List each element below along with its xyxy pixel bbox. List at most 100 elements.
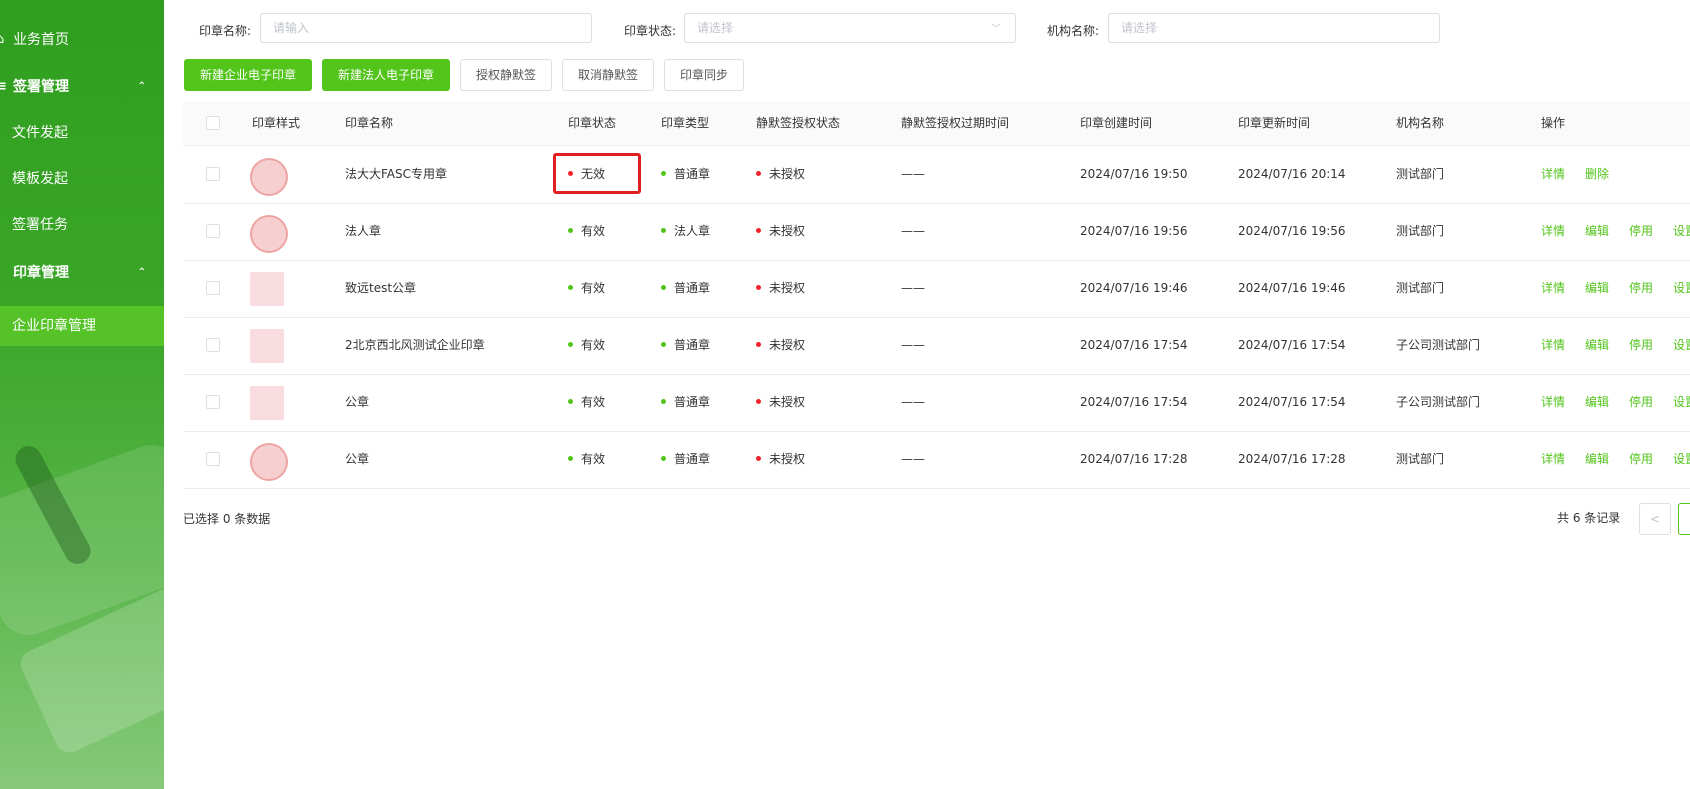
chevron-down-icon: ﹀ — [991, 24, 1001, 35]
total-records: 共 6 条记录 — [1557, 511, 1621, 525]
updated-time: 2024/07/16 19:56 — [1238, 224, 1346, 238]
seal-sync-button[interactable]: 印章同步 — [664, 59, 744, 91]
seal-status-select[interactable] — [684, 13, 1016, 43]
sign-icon: ≡ — [0, 79, 7, 94]
authorize-silent-sign-button[interactable]: 授权静默签 — [460, 59, 552, 91]
disable-link[interactable]: 停用 — [1629, 260, 1653, 317]
new-legal-seal-button[interactable]: 新建法人电子印章 — [322, 59, 450, 91]
settings-link[interactable]: 设置 — [1673, 317, 1690, 374]
seal-type-text: 普通章 — [674, 395, 711, 409]
type-dot — [661, 342, 666, 347]
settings-link[interactable]: 设置 — [1673, 374, 1690, 431]
seal-name-label: 印章名称: — [199, 24, 252, 38]
edit-link[interactable]: 编辑 — [1585, 203, 1609, 260]
sidebar-item-enterprise-seal[interactable]: 企业印章管理 — [0, 306, 164, 346]
silent-status-dot — [756, 456, 761, 461]
new-company-seal-button[interactable]: 新建企业电子印章 — [184, 59, 312, 91]
prev-page-button[interactable]: < — [1639, 503, 1671, 535]
row-checkbox[interactable] — [206, 395, 220, 409]
select-all-checkbox[interactable] — [206, 116, 220, 130]
table-row: 致远test公章 有效 普通章 未授权 —— 2024/07/16 19:46 2024/0… — [183, 260, 1690, 318]
seal-style-image — [250, 386, 284, 420]
disable-link[interactable]: 停用 — [1629, 431, 1653, 488]
sidebar-group-label: 印章管理 — [13, 265, 69, 281]
sidebar-item-label: 签署任务 — [12, 217, 68, 233]
sidebar-group-seal-management[interactable]: 印章管理 ⌃ — [0, 253, 164, 293]
seal-type: 普通章 — [661, 431, 710, 488]
seal-type-text: 普通章 — [674, 452, 711, 466]
header-created-time: 印章创建时间 — [1080, 116, 1153, 130]
seal-status-text: 有效 — [581, 281, 606, 295]
edit-link[interactable]: 编辑 — [1585, 260, 1609, 317]
seal-type: 普通章 — [661, 260, 710, 317]
status-dot — [568, 342, 573, 347]
org-name: 测试部门 — [1396, 281, 1445, 295]
seal-name-input[interactable] — [260, 13, 592, 43]
table-row: 公章 有效 普通章 未授权 —— 2024/07/16 17:28 2024/07/16 1… — [183, 431, 1690, 489]
detail-link[interactable]: 详情 — [1541, 317, 1565, 374]
disable-link[interactable]: 停用 — [1629, 317, 1653, 374]
detail-link[interactable]: 详情 — [1541, 203, 1565, 260]
delete-link[interactable]: 删除 — [1585, 146, 1609, 203]
seal-name: 致远test公章 — [345, 281, 417, 295]
org-name: 子公司测试部门 — [1396, 338, 1481, 352]
silent-status-dot — [756, 285, 761, 290]
created-time: 2024/07/16 19:50 — [1080, 167, 1188, 181]
created-time: 2024/07/16 17:54 — [1080, 338, 1188, 352]
row-checkbox[interactable] — [206, 167, 220, 181]
updated-time: 2024/07/16 17:28 — [1238, 452, 1346, 466]
seal-name: 公章 — [345, 452, 370, 466]
sidebar-item-file-initiate[interactable]: 文件发起 — [0, 113, 164, 153]
seal-status-text: 有效 — [581, 395, 606, 409]
silent-status-text: 未授权 — [769, 224, 806, 238]
disable-link[interactable]: 停用 — [1629, 374, 1653, 431]
sidebar-item-sign-tasks[interactable]: 签署任务 — [0, 205, 164, 245]
silent-status-text: 未授权 — [769, 338, 806, 352]
settings-link[interactable]: 设置 — [1673, 203, 1690, 260]
sidebar-group-label: 签署管理 — [13, 79, 69, 95]
header-org-name: 机构名称 — [1396, 116, 1445, 130]
selected-count: 已选择 0 条数据 — [183, 512, 271, 526]
sidebar-group-sign-management[interactable]: ≡ 签署管理 ⌃ — [0, 67, 164, 107]
org-name: 测试部门 — [1396, 452, 1445, 466]
silent-status-dot — [756, 399, 761, 404]
sidebar-item-label: 业务首页 — [13, 32, 69, 48]
row-checkbox[interactable] — [206, 224, 220, 238]
edit-link[interactable]: 编辑 — [1585, 374, 1609, 431]
row-checkbox[interactable] — [206, 452, 220, 466]
seal-name: 法大大FASC专用章 — [345, 167, 448, 181]
seal-style-image — [250, 443, 288, 481]
table-row: 法人章 有效 法人章 未授权 —— 2024/07/16 19:56 2024/07/16 … — [183, 203, 1690, 261]
cancel-silent-sign-button[interactable]: 取消静默签 — [562, 59, 654, 91]
seal-name: 2北京西北风测试企业印章 — [345, 338, 485, 352]
detail-link[interactable]: 详情 — [1541, 431, 1565, 488]
sidebar-item-label: 文件发起 — [12, 125, 68, 141]
updated-time: 2024/07/16 17:54 — [1238, 395, 1346, 409]
row-checkbox[interactable] — [206, 281, 220, 295]
seal-style-image — [250, 329, 284, 363]
sidebar-item-template-initiate[interactable]: 模板发起 — [0, 159, 164, 199]
disable-link[interactable]: 停用 — [1629, 203, 1653, 260]
header-seal-name: 印章名称 — [345, 116, 394, 130]
silent-expire: —— — [901, 395, 925, 409]
edit-link[interactable]: 编辑 — [1585, 317, 1609, 374]
org-name-select[interactable] — [1108, 13, 1440, 43]
edit-link[interactable]: 编辑 — [1585, 431, 1609, 488]
seal-type: 法人章 — [661, 203, 710, 260]
row-checkbox[interactable] — [206, 338, 220, 352]
silent-status-text: 未授权 — [769, 167, 806, 181]
silent-expire: —— — [901, 167, 925, 181]
detail-link[interactable]: 详情 — [1541, 374, 1565, 431]
silent-expire: —— — [901, 281, 925, 295]
org-name: 测试部门 — [1396, 167, 1445, 181]
header-seal-type: 印章类型 — [661, 116, 710, 130]
sidebar: ⌂ 业务首页 ≡ 签署管理 ⌃ 文件发起 模板发起 签署任务 印章管理 ⌃ 企业… — [0, 0, 164, 789]
settings-link[interactable]: 设置 — [1673, 260, 1690, 317]
sidebar-item-label: 模板发起 — [12, 171, 68, 187]
silent-status: 未授权 — [756, 374, 805, 431]
sidebar-item-home[interactable]: ⌂ 业务首页 — [0, 20, 164, 60]
detail-link[interactable]: 详情 — [1541, 260, 1565, 317]
settings-link[interactable]: 设置 — [1673, 431, 1690, 488]
detail-link[interactable]: 详情 — [1541, 146, 1565, 203]
page-1-button[interactable] — [1678, 503, 1690, 535]
